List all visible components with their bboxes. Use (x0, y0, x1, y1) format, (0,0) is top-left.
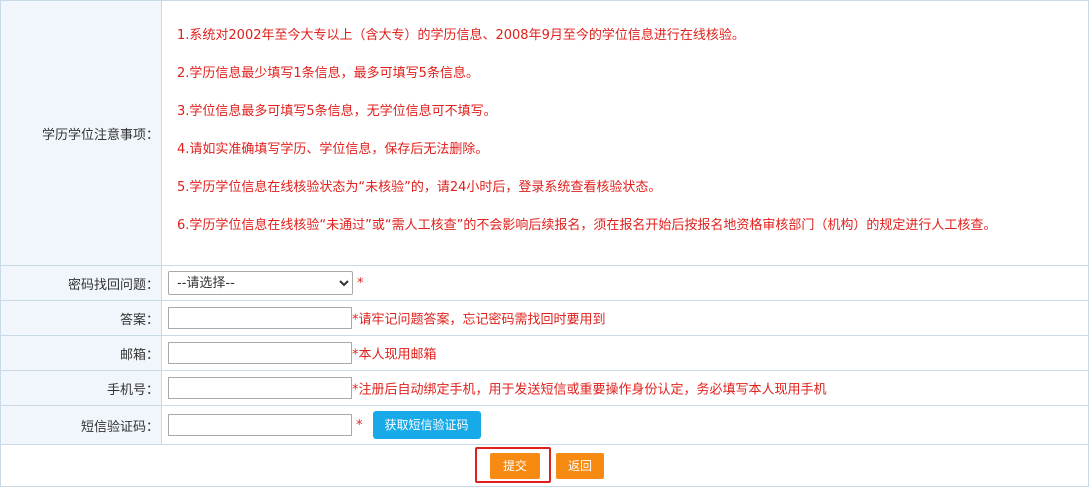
email-input[interactable] (168, 342, 352, 364)
security-question-row: 密码找回问题： --请选择-- * (0, 265, 1089, 301)
security-question-select[interactable]: --请选择-- (168, 271, 353, 295)
note-item-2: 2.学历信息最少填写1条信息，最多可填写5条信息。 (177, 66, 479, 81)
actions-cell: 提交 返回 (0, 444, 1089, 487)
sms-code-label: 短信验证码： (0, 405, 162, 445)
phone-hint: *注册后自动绑定手机，用于发送短信或重要操作身份认定，务必填写本人现用手机 (352, 382, 827, 398)
sms-code-input[interactable] (168, 414, 352, 436)
answer-input[interactable] (168, 307, 352, 329)
notes-label: 学历学位注意事项： (0, 0, 162, 266)
submit-button[interactable]: 提交 (490, 453, 540, 479)
note-item-3: 3.学位信息最多可填写5条信息，无学位信息可不填写。 (177, 104, 497, 119)
email-hint: *本人现用邮箱 (352, 347, 437, 363)
required-mark: * (356, 417, 363, 433)
phone-label: 手机号： (0, 370, 162, 406)
get-sms-code-button[interactable]: 获取短信验证码 (372, 411, 481, 439)
answer-label: 答案： (0, 300, 162, 336)
answer-row: 答案： *请牢记问题答案，忘记密码需找回时要用到 (0, 300, 1089, 336)
phone-input[interactable] (168, 377, 352, 399)
sms-code-row: 短信验证码： * 获取短信验证码 (0, 405, 1089, 445)
notes-list: 1.系统对2002年至今大专以上（含大专）的学历信息、2008年9月至今的学位信… (161, 0, 1089, 266)
note-item-1: 1.系统对2002年至今大专以上（含大专）的学历信息、2008年9月至今的学位信… (177, 28, 745, 43)
phone-field: *注册后自动绑定手机，用于发送短信或重要操作身份认定，务必填写本人现用手机 (161, 370, 1089, 406)
actions-bar: 提交 返回 (1, 445, 1088, 486)
email-field: *本人现用邮箱 (161, 335, 1089, 371)
note-item-4: 4.请如实准确填写学历、学位信息，保存后无法删除。 (177, 142, 489, 157)
phone-row: 手机号： *注册后自动绑定手机，用于发送短信或重要操作身份认定，务必填写本人现用… (0, 370, 1089, 406)
note-item-5: 5.学历学位信息在线核验状态为“未核验”的，请24小时后，登录系统查看核验状态。 (177, 180, 662, 195)
note-item-6: 6.学历学位信息在线核验“未通过”或“需人工核查”的不会影响后续报名，须在报名开… (177, 218, 997, 233)
email-row: 邮箱： *本人现用邮箱 (0, 335, 1089, 371)
answer-hint: *请牢记问题答案，忘记密码需找回时要用到 (352, 312, 606, 328)
security-question-field: --请选择-- * (161, 265, 1089, 301)
registration-form: 学历学位注意事项： 1.系统对2002年至今大专以上（含大专）的学历信息、200… (0, 0, 1089, 487)
answer-field: *请牢记问题答案，忘记密码需找回时要用到 (161, 300, 1089, 336)
back-button[interactable]: 返回 (556, 453, 604, 479)
sms-code-field: * 获取短信验证码 (161, 405, 1089, 445)
notes-row: 学历学位注意事项： 1.系统对2002年至今大专以上（含大专）的学历信息、200… (0, 0, 1089, 266)
email-label: 邮箱： (0, 335, 162, 371)
required-mark: * (357, 275, 364, 291)
security-question-label: 密码找回问题： (0, 265, 162, 301)
actions-row: 提交 返回 (0, 444, 1089, 487)
